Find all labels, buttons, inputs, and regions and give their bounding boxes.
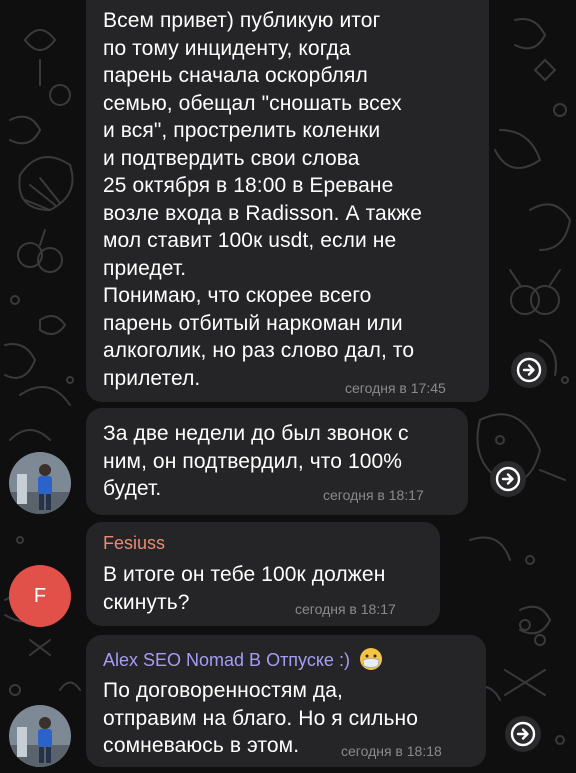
- sender-name-alex[interactable]: Alex SEO Nomad В Отпуске :): [103, 647, 383, 671]
- message-text: Всем привет) публикую итог по тому инцид…: [103, 9, 423, 390]
- forward-arrow-icon: [516, 357, 542, 383]
- mask-face-emoji-icon: [359, 648, 382, 670]
- sender-name-fesiuss[interactable]: Fesiuss: [103, 533, 165, 554]
- message-timestamp: сегодня в 17:45: [345, 380, 446, 396]
- message-timestamp: сегодня в 18:17: [323, 487, 424, 503]
- forward-arrow-icon: [495, 466, 521, 492]
- message-timestamp: сегодня в 18:17: [295, 601, 396, 617]
- forward-arrow-icon: [510, 721, 536, 747]
- avatar-alex[interactable]: [9, 705, 71, 767]
- forward-button-1[interactable]: [511, 352, 547, 388]
- avatar-letter: F: [33, 584, 47, 607]
- forward-button-2[interactable]: [490, 461, 526, 497]
- avatar-fesiuss[interactable]: F: [9, 565, 71, 627]
- message-timestamp: сегодня в 18:18: [341, 743, 442, 759]
- forward-button-4[interactable]: [505, 716, 541, 752]
- sender-name-text: Alex SEO Nomad В Отпуске :): [103, 650, 350, 670]
- avatar-alex[interactable]: [9, 452, 71, 514]
